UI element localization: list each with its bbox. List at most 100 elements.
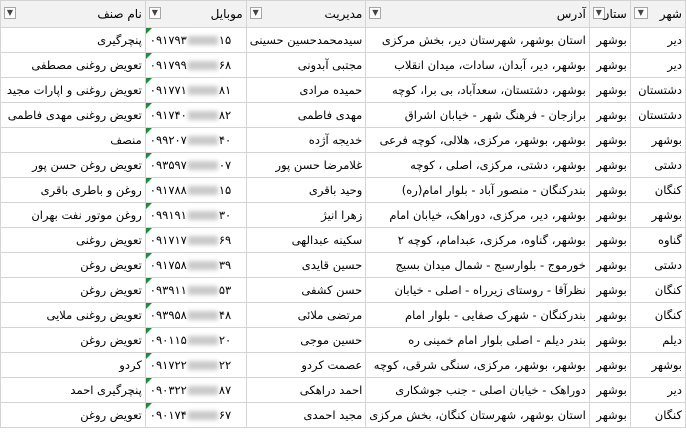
cell-mobile[interactable]: ۰۹۱۷۸۸ ۱۵: [144, 177, 247, 203]
header-manager[interactable]: مدیریت ▼: [245, 0, 367, 28]
cell-province[interactable]: بوشهر: [588, 377, 631, 403]
cell-business-type[interactable]: منصف: [0, 127, 146, 153]
cell-business-type[interactable]: روغن موتور نفت بهران: [0, 202, 146, 228]
cell-mobile[interactable]: ۰۹۱۷۹۳ ۱۵: [144, 27, 247, 53]
cell-manager[interactable]: غلامرضا حسن پور: [245, 152, 367, 178]
cell-city[interactable]: دیر: [629, 27, 686, 53]
cell-address[interactable]: دوراهک - خیابان اصلی - جنب جوشکاری: [365, 377, 590, 403]
cell-mobile[interactable]: ۰۹۰۱۷۴ ۶۷: [144, 402, 247, 428]
cell-address[interactable]: استان بوشهر، شهرستان کنگان، بخش مرکزی: [365, 402, 590, 428]
cell-address[interactable]: بوشهر، دشتستان، سعدآباد، بی برا، کوچه: [365, 77, 590, 103]
cell-manager[interactable]: زهرا انیژ: [245, 202, 367, 228]
cell-mobile[interactable]: ۰۹۱۷۱۷ ۶۹: [144, 227, 247, 253]
cell-address[interactable]: بوشهر، گناوه، مرکزی، عبدامام، کوچه ۲: [365, 227, 590, 253]
cell-manager[interactable]: مهدی فاطمی: [245, 102, 367, 128]
cell-business-type[interactable]: تعویض روغنی مصطفی: [0, 52, 146, 78]
table-row[interactable]: دیلم بوشهر بندر دیلم - اصلی بلوار امام خ…: [0, 327, 686, 353]
cell-manager[interactable]: حسین قایدی: [245, 252, 367, 278]
table-row[interactable]: کنگان بوشهر استان بوشهر، شهرستان کنگان، …: [0, 402, 686, 428]
table-row[interactable]: کنگان بوشهر بندرکنگان - منصور آباد - بلو…: [0, 177, 686, 203]
cell-business-type[interactable]: کردو: [0, 352, 146, 378]
header-city[interactable]: شهر ▼: [629, 0, 686, 28]
cell-province[interactable]: بوشهر: [588, 127, 631, 153]
cell-address[interactable]: بندرکنگان - منصور آباد - بلوار امام(ره): [365, 177, 590, 203]
cell-province[interactable]: بوشهر: [588, 77, 631, 103]
cell-province[interactable]: بوشهر: [588, 52, 631, 78]
dropdown-filter-icon[interactable]: ▼: [369, 7, 382, 19]
cell-address[interactable]: بوشهر، بوشهر، مرکزی، هلالی، کوچه فرعی: [365, 127, 590, 153]
table-row[interactable]: کنگان بوشهر بندرکنگان - شهرک صفایی - بلو…: [0, 302, 686, 328]
cell-manager[interactable]: احمد دراهکی: [245, 377, 367, 403]
cell-city[interactable]: دشتی: [629, 252, 686, 278]
cell-mobile[interactable]: ۰۹۱۷۷۱ ۸۱: [144, 77, 247, 103]
cell-province[interactable]: بوشهر: [588, 102, 631, 128]
header-business-type[interactable]: نام صنف ▼: [0, 0, 146, 28]
table-row[interactable]: دشتستان بوشهر برازجان - فرهنگ شهر - خیاب…: [0, 102, 686, 128]
cell-manager[interactable]: حمیده مرادی: [245, 77, 367, 103]
cell-city[interactable]: دشتی: [629, 152, 686, 178]
cell-business-type[interactable]: تعویض روغن: [0, 252, 146, 278]
cell-mobile[interactable]: ۰۹۹۲۰۷ ۴۰: [144, 127, 247, 153]
cell-business-type[interactable]: تعویض روغن: [0, 277, 146, 303]
table-row[interactable]: بوشهر بوشهر بوشهر، بوشهر، مرکزی، هلالی، …: [0, 127, 686, 153]
dropdown-filter-icon[interactable]: ▼: [592, 7, 605, 19]
cell-city[interactable]: دیر: [629, 52, 686, 78]
cell-province[interactable]: بوشهر: [588, 252, 631, 278]
cell-business-type[interactable]: تعویض روغنی مهدی فاطمی: [0, 102, 146, 128]
cell-manager[interactable]: سکینه عبدالهی: [245, 227, 367, 253]
cell-address[interactable]: بوشهر، دیر، آبدان، سادات، میدان انقلاب: [365, 52, 590, 78]
cell-business-type[interactable]: تعویض روغنی و اپارات مجید: [0, 77, 146, 103]
cell-address[interactable]: بوشهر، بوشهر، مرکزی، سنگی شرقی، کوچه: [365, 352, 590, 378]
cell-province[interactable]: بوشهر: [588, 152, 631, 178]
cell-mobile[interactable]: ۰۹۹۱۹۱ ۳۰: [144, 202, 247, 228]
cell-province[interactable]: بوشهر: [588, 402, 631, 428]
cell-mobile[interactable]: ۰۹۱۷۵۸ ۳۹: [144, 252, 247, 278]
cell-mobile[interactable]: ۰۹۰۳۲۲ ۸۷: [144, 377, 247, 403]
dropdown-filter-icon[interactable]: ▼: [249, 7, 262, 19]
cell-address[interactable]: بوشهر، دیر، مرکزی، دوراهک، خیابان امام: [365, 202, 590, 228]
cell-business-type[interactable]: پنچرگیری احمد: [0, 377, 146, 403]
cell-manager[interactable]: مرتضی ملائی: [245, 302, 367, 328]
cell-province[interactable]: بوشهر: [588, 177, 631, 203]
cell-mobile[interactable]: ۰۹۳۵۹۷ ۰۷: [144, 152, 247, 178]
cell-business-type[interactable]: تعویض روغن: [0, 402, 146, 428]
cell-manager[interactable]: مجتبی آبدونی: [245, 52, 367, 78]
dropdown-filter-icon[interactable]: ▼: [4, 7, 16, 19]
cell-city[interactable]: کنگان: [629, 302, 686, 328]
cell-city[interactable]: کنگان: [629, 402, 686, 428]
header-address[interactable]: آدرس ▼: [365, 0, 590, 28]
header-mobile[interactable]: موبایل ▼: [144, 0, 247, 28]
cell-city[interactable]: کنگان: [629, 277, 686, 303]
cell-manager[interactable]: حسین موجی: [245, 327, 367, 353]
cell-mobile[interactable]: ۰۹۳۹۵۸ ۴۸: [144, 302, 247, 328]
cell-city[interactable]: بوشهر: [629, 202, 686, 228]
cell-city[interactable]: دشتستان: [629, 102, 686, 128]
cell-business-type[interactable]: تعویض روغنی ملایی: [0, 302, 146, 328]
cell-mobile[interactable]: ۰۹۱۷۲۲ ۲۲: [144, 352, 247, 378]
cell-business-type[interactable]: تعویض روغن حسن پور: [0, 152, 146, 178]
table-row[interactable]: دشتی بوشهر خورموج - بلوارسبج - شمال میدا…: [0, 252, 686, 278]
cell-manager[interactable]: مجید احمدی: [245, 402, 367, 428]
cell-mobile[interactable]: ۰۹۳۹۱۱ ۵۳: [144, 277, 247, 303]
cell-city[interactable]: دیر: [629, 377, 686, 403]
table-row[interactable]: دیر بوشهر دوراهک - خیابان اصلی - جنب جوش…: [0, 377, 686, 403]
cell-province[interactable]: بوشهر: [588, 277, 631, 303]
cell-address[interactable]: برازجان - فرهنگ شهر - خیابان اشراق: [365, 102, 590, 128]
cell-address[interactable]: خورموج - بلوارسبج - شمال میدان بسیج: [365, 252, 590, 278]
cell-manager[interactable]: سیدمحمدحسین حسینی: [245, 27, 367, 53]
cell-address[interactable]: بندرکنگان - شهرک صفایی - بلوار امام: [365, 302, 590, 328]
table-row[interactable]: گناوه بوشهر بوشهر، گناوه، مرکزی، عبدامام…: [0, 227, 686, 253]
cell-manager[interactable]: خدیجه آژده: [245, 127, 367, 153]
table-row[interactable]: دیر بوشهر بوشهر، دیر، آبدان، سادات، میدا…: [0, 52, 686, 78]
table-row[interactable]: کنگان بوشهر نظرآقا - روستای زیرراه - اصل…: [0, 277, 686, 303]
cell-manager[interactable]: وحید باقری: [245, 177, 367, 203]
cell-mobile[interactable]: ۰۹۰۱۱۵ ۲۰: [144, 327, 247, 353]
header-province[interactable]: ستان ▼: [588, 0, 631, 28]
table-row[interactable]: بوشهر بوشهر بوشهر، دیر، مرکزی، دوراهک، خ…: [0, 202, 686, 228]
table-row[interactable]: بوشهر بوشهر بوشهر، بوشهر، مرکزی، سنگی شر…: [0, 352, 686, 378]
cell-city[interactable]: دشتستان: [629, 77, 686, 103]
cell-city[interactable]: دیلم: [629, 327, 686, 353]
cell-city[interactable]: بوشهر: [629, 127, 686, 153]
cell-address[interactable]: نظرآقا - روستای زیرراه - اصلی - خیابان: [365, 277, 590, 303]
cell-province[interactable]: بوشهر: [588, 327, 631, 353]
